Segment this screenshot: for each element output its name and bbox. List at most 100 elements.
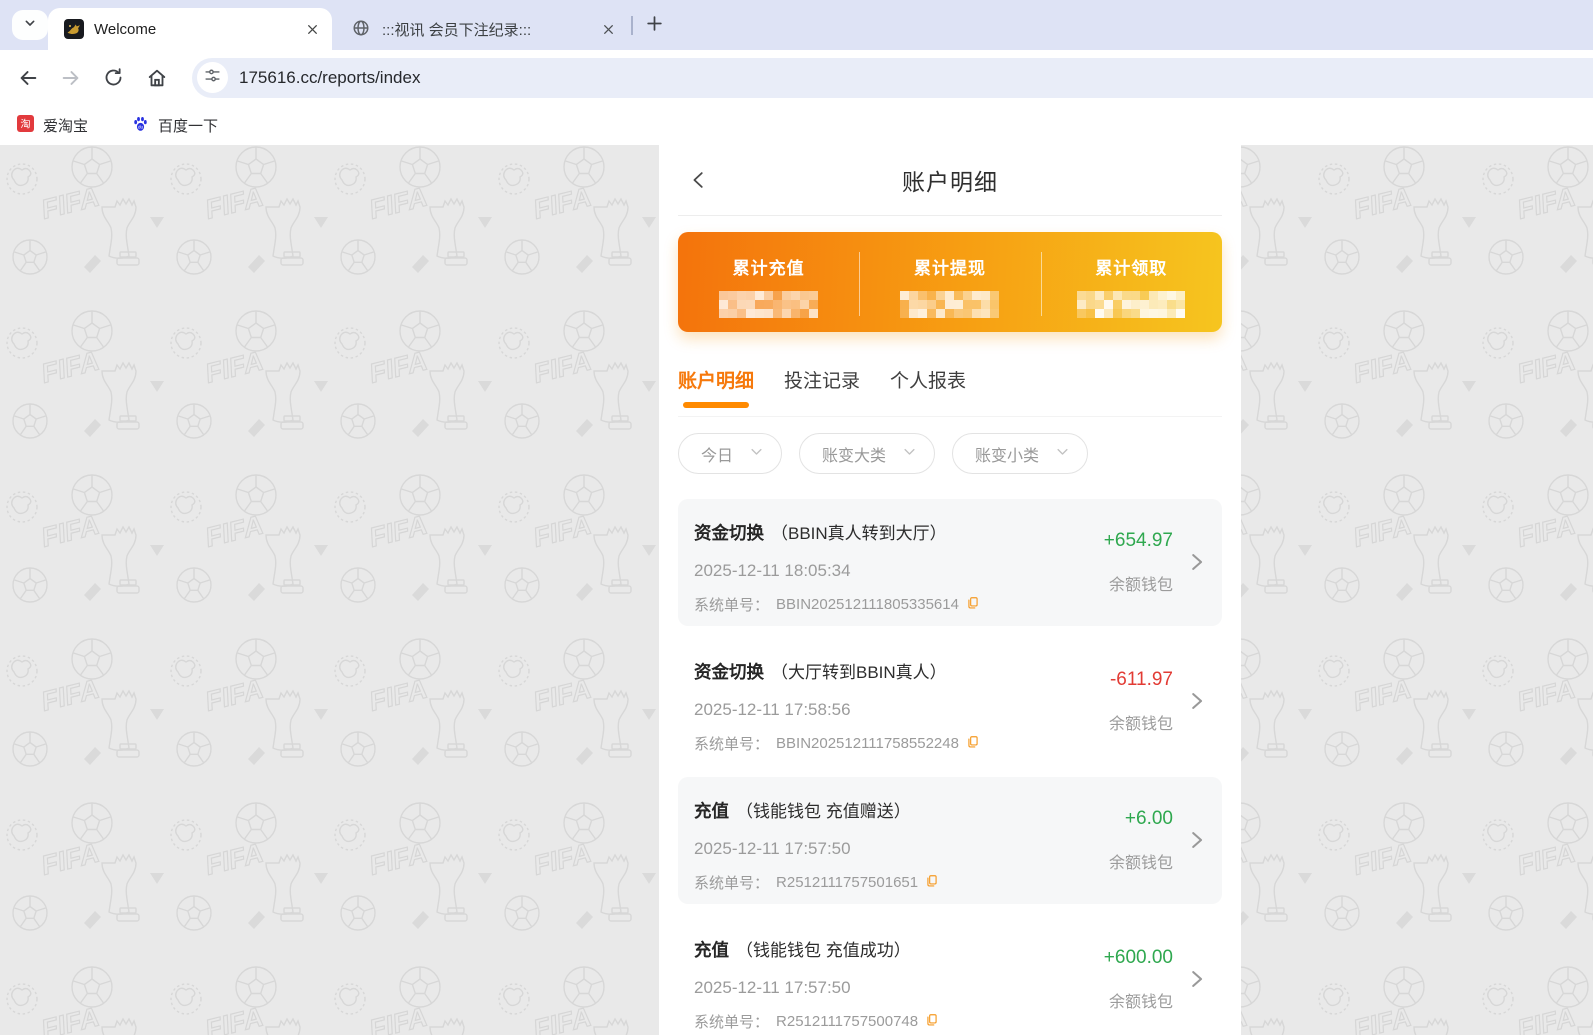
summary-card: 累计充值 累计提现 累计领取 xyxy=(678,232,1222,332)
masked-amount xyxy=(900,291,1000,318)
transaction-row[interactable]: 资金切换 （大厅转到BBIN真人） 2025-12-11 17:58:56 系统单… xyxy=(678,638,1222,765)
filter-label: 账变大类 xyxy=(822,447,887,465)
transaction-amount-block: -611.97 余额钱包 xyxy=(1109,638,1173,765)
filter-label: 今日 xyxy=(701,447,734,465)
filter-date-dropdown[interactable]: 今日 xyxy=(678,433,783,474)
transaction-order: 系统单号： BBIN202512111805335614 xyxy=(694,594,1102,615)
reload-icon[interactable] xyxy=(103,67,125,89)
transaction-title: 资金切换 （大厅转到BBIN真人） xyxy=(694,662,947,682)
stat-label: 累计领取 xyxy=(1095,259,1168,278)
tab-personal-report[interactable]: 个人报表 xyxy=(890,370,966,416)
url-text[interactable]: 175616.cc/reports/index xyxy=(239,68,420,88)
transaction-datetime: 2025-12-11 17:57:50 xyxy=(694,839,851,858)
transaction-row[interactable]: 充值 （钱能钱包 充值赠送） 2025-12-11 17:57:50 系统单号： R… xyxy=(678,777,1222,904)
plus-icon xyxy=(645,14,664,38)
transaction-amount: -611.97 xyxy=(1109,669,1173,690)
chevron-right-icon[interactable] xyxy=(1185,968,1207,995)
chevron-right-icon[interactable] xyxy=(1185,829,1207,856)
url-bar[interactable]: 175616.cc/reports/index xyxy=(192,57,1593,98)
transaction-amount-block: +6.00 余额钱包 xyxy=(1109,777,1173,904)
baidu-icon: du xyxy=(132,115,149,136)
transaction-wallet: 余额钱包 xyxy=(1108,577,1173,594)
stat-label: 累计充值 xyxy=(732,259,805,278)
transaction-title: 充值 （钱能钱包 充值成功） xyxy=(694,940,911,960)
stat-label: 累计提现 xyxy=(913,259,986,278)
filter-label: 账变小类 xyxy=(975,447,1040,465)
transaction-amount: +6.00 xyxy=(1124,808,1173,829)
page-title: 账户明细 xyxy=(902,169,998,195)
close-icon[interactable] xyxy=(302,19,322,39)
stat-total-deposit: 累计充值 xyxy=(678,232,859,332)
account-detail-panel: 账户明细 累计充值 累计提现 累计领取 账户明细 投注记录 个人报表 今日 账变… xyxy=(659,145,1241,1035)
copy-icon[interactable] xyxy=(925,1013,939,1031)
transaction-row[interactable]: 充值 （钱能钱包 充值成功） 2025-12-11 17:57:50 系统单号： R… xyxy=(678,916,1222,1035)
bookmark-label: 爱淘宝 xyxy=(43,117,89,135)
tab-title: Welcome xyxy=(94,20,157,38)
svg-text:du: du xyxy=(138,124,144,129)
transaction-amount-block: +600.00 余额钱包 xyxy=(1104,916,1173,1035)
browser-tabstrip: Welcome :::视讯 会员下注纪录::: xyxy=(0,0,1593,50)
chevron-right-icon[interactable] xyxy=(1185,690,1207,717)
bookmark-label: 百度一下 xyxy=(158,117,219,135)
copy-icon[interactable] xyxy=(966,596,980,614)
chevron-down-icon xyxy=(749,444,764,464)
transaction-wallet: 余额钱包 xyxy=(1108,855,1173,872)
transaction-order: 系统单号： R2512111757501651 xyxy=(694,872,1102,893)
site-settings-chip[interactable] xyxy=(197,62,228,93)
chevron-right-icon[interactable] xyxy=(1185,551,1207,578)
transaction-wallet: 余额钱包 xyxy=(1108,716,1173,733)
transaction-title: 资金切换 （BBIN真人转到大厅） xyxy=(694,523,947,543)
bookmarks-bar: 淘 爱淘宝 du 百度一下 xyxy=(0,105,1593,145)
tab-bet-records[interactable]: 投注记录 xyxy=(784,370,860,416)
bookmark-baidu[interactable]: du 百度一下 xyxy=(132,115,218,136)
close-icon[interactable] xyxy=(598,19,618,39)
stat-total-withdraw: 累计提现 xyxy=(859,232,1040,332)
panel-header: 账户明细 xyxy=(678,145,1222,216)
filter-major-category-dropdown[interactable]: 账变大类 xyxy=(799,433,936,474)
transaction-order: 系统单号： BBIN202512111758552248 xyxy=(694,733,1102,754)
transaction-datetime: 2025-12-11 18:05:34 xyxy=(694,561,851,580)
stat-divider xyxy=(859,252,861,316)
transaction-order: 系统单号： R2512111757500748 xyxy=(694,1011,1102,1032)
stat-divider xyxy=(1040,252,1042,316)
transaction-wallet: 余额钱包 xyxy=(1108,994,1173,1011)
home-icon[interactable] xyxy=(146,67,168,89)
globe-icon xyxy=(352,19,372,39)
transaction-amount: +654.97 xyxy=(1103,530,1173,551)
back-icon[interactable] xyxy=(17,67,39,89)
tab-account-detail[interactable]: 账户明细 xyxy=(678,370,754,416)
forward-icon[interactable] xyxy=(60,67,82,89)
chevron-down-icon xyxy=(902,444,917,464)
tab-divider xyxy=(631,16,633,35)
page-viewport: FIFA 账户明细 累计充值 累计提现 累计领取 xyxy=(0,145,1593,1035)
svg-text:淘: 淘 xyxy=(20,117,30,130)
copy-icon[interactable] xyxy=(925,874,939,892)
new-tab-button[interactable] xyxy=(640,11,669,40)
tab-search-button[interactable] xyxy=(12,10,48,40)
transaction-amount-block: +654.97 余额钱包 xyxy=(1104,499,1173,626)
section-tabs: 账户明细 投注记录 个人报表 xyxy=(678,370,1222,417)
browser-tab-records[interactable]: :::视讯 会员下注纪录::: xyxy=(336,8,628,50)
tab-title: :::视讯 会员下注纪录::: xyxy=(382,21,532,39)
chevron-down-icon xyxy=(22,15,38,36)
back-chevron-icon[interactable] xyxy=(688,169,712,193)
transaction-amount: +600.00 xyxy=(1103,947,1173,968)
masked-amount xyxy=(1077,291,1186,318)
transaction-list: 资金切换 （BBIN真人转到大厅） 2025-12-11 18:05:34 系统单… xyxy=(678,499,1222,1035)
stat-total-claimed: 累计领取 xyxy=(1041,232,1222,332)
transaction-title: 充值 （钱能钱包 充值赠送） xyxy=(694,801,911,821)
copy-icon[interactable] xyxy=(966,735,980,753)
gold-emblem-icon xyxy=(64,19,84,39)
transaction-row[interactable]: 资金切换 （BBIN真人转到大厅） 2025-12-11 18:05:34 系统单… xyxy=(678,499,1222,626)
filter-minor-category-dropdown[interactable]: 账变小类 xyxy=(952,433,1089,474)
masked-amount xyxy=(719,291,819,318)
transaction-datetime: 2025-12-11 17:58:56 xyxy=(694,700,851,719)
tune-icon xyxy=(204,67,221,89)
chevron-down-icon xyxy=(1055,444,1070,464)
bookmark-taobao[interactable]: 淘 爱淘宝 xyxy=(17,114,89,136)
browser-toolbar: 175616.cc/reports/index xyxy=(0,50,1593,105)
transaction-datetime: 2025-12-11 17:57:50 xyxy=(694,978,851,997)
browser-tab-welcome[interactable]: Welcome xyxy=(48,8,332,50)
filter-row: 今日 账变大类 账变小类 xyxy=(678,433,1222,474)
taobao-icon: 淘 xyxy=(17,114,34,136)
